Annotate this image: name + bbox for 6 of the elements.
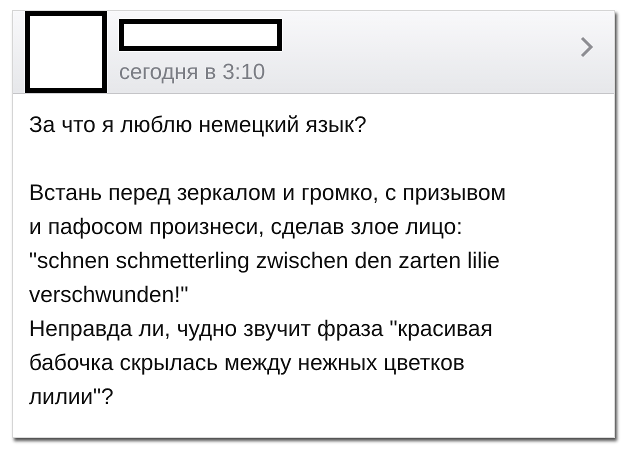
chevron-icon[interactable] (580, 36, 594, 58)
post-header[interactable]: сегодня в 3:10 (13, 11, 614, 94)
post-time: сегодня в 3:10 (119, 59, 266, 85)
post-text: Встань перед зеркалом и громко, с призывом и пафосом произнеси, сделав злое лицо: "schnen schmetterling zwischen den zarten lilie verschwunden!" Неправда ли, чудно звучит фраза "красивая бабочка скрылась между нежных цветков лилии"? (29, 179, 507, 411)
avatar-placeholder[interactable] (25, 11, 107, 93)
post-text: За что я люблю немецкий язык? (29, 111, 368, 139)
